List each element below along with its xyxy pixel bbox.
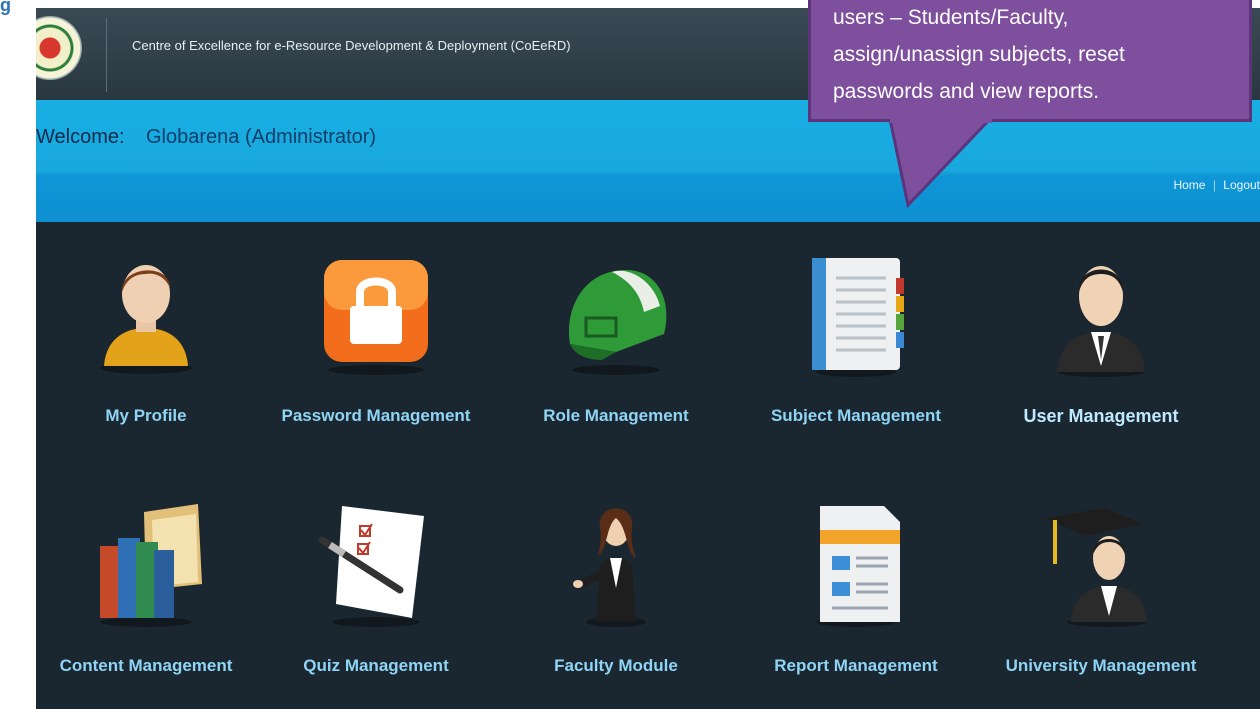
header-divider [106, 18, 107, 92]
top-links: Home | Logout [1173, 178, 1260, 192]
tile-label: Report Management [774, 656, 938, 675]
tile-password-management[interactable]: Password Management [266, 248, 486, 448]
green-cap-icon [556, 248, 676, 378]
slide-title-fragment: g [0, 0, 11, 15]
graduate-icon [1041, 498, 1161, 628]
books-folders-icon [86, 498, 206, 628]
tile-label: Subject Management [770, 406, 942, 425]
notebook-icon [796, 248, 916, 378]
tile-content-management[interactable]: Content Management [36, 498, 256, 698]
tile-label: Role Management [543, 406, 689, 425]
link-separator: | [1212, 178, 1216, 192]
tile-label: Quiz Management [303, 656, 449, 675]
callout-box: users – Students/Faculty, assign/unassig… [808, 0, 1252, 122]
tile-university-management[interactable]: University Management [991, 498, 1211, 698]
callout-line: assign/unassign subjects, reset [833, 43, 1125, 66]
home-link[interactable]: Home [1173, 178, 1205, 192]
tile-label: Password Management [281, 406, 471, 425]
report-document-icon [796, 498, 916, 628]
tile-user-management[interactable]: User Management [991, 248, 1211, 448]
padlock-icon [316, 248, 436, 378]
callout-line: passwords and view reports. [833, 80, 1100, 103]
site-title: Centre of Excellence for e-Resource Deve… [132, 38, 571, 53]
welcome-label: Welcome: [36, 126, 125, 148]
tile-quiz-management[interactable]: Quiz Management [266, 498, 486, 698]
welcome-user-name: Globarena (Administrator) [146, 126, 377, 148]
woman-presenter-icon [556, 498, 676, 628]
callout-line: users – Students/Faculty, [833, 6, 1069, 29]
tile-faculty-module[interactable]: Faculty Module [506, 498, 726, 698]
checklist-pen-icon [316, 498, 436, 628]
tile-label: User Management [1023, 406, 1179, 426]
tile-label: Faculty Module [554, 656, 678, 675]
tile-label: My Profile [105, 406, 187, 425]
tile-subject-management[interactable]: Subject Management [746, 248, 966, 448]
businessman-icon [1041, 248, 1161, 378]
tile-label: University Management [1005, 656, 1197, 675]
tile-role-management[interactable]: Role Management [506, 248, 726, 448]
user-profile-icon [86, 248, 206, 378]
tile-report-management[interactable]: Report Management [746, 498, 966, 698]
callout-pointer [888, 119, 993, 209]
tile-label: Content Management [59, 656, 233, 675]
university-logo-icon [36, 16, 82, 80]
logout-link[interactable]: Logout [1223, 178, 1260, 192]
tile-my-profile[interactable]: My Profile [36, 248, 256, 448]
